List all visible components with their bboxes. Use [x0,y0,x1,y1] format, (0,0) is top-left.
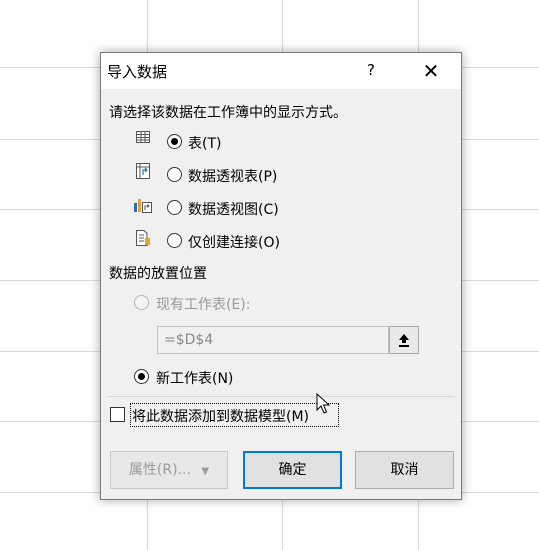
data-model-checkbox[interactable] [110,407,125,422]
connection-only-radio[interactable] [167,233,182,248]
existing-sheet-radio[interactable] [134,295,149,310]
ok-button[interactable]: 确定 [243,451,342,489]
cancel-button[interactable]: 取消 [355,451,454,489]
placement-heading: 数据的放置位置 [109,266,207,282]
new-sheet-radio[interactable] [134,369,149,384]
properties-button[interactable]: 属性(R)... ▼ [110,451,228,489]
properties-button-label: 属性(R)... [128,462,191,478]
table-radio[interactable] [167,134,182,149]
display-prompt: 请选择该数据在工作簿中的显示方式。 [109,105,347,121]
collapse-dialog-button[interactable] [389,326,419,354]
data-model-label[interactable]: 将此数据添加到数据模型(M) [132,406,309,426]
existing-sheet-label[interactable]: 现有工作表(E): [156,294,251,314]
connection-only-option-label[interactable]: 仅创建连接(O) [188,232,280,252]
pivot-table-option-label[interactable]: 数据透视表(P) [188,166,277,186]
pivot-table-icon [135,162,151,180]
table-option-label[interactable]: 表(T) [188,133,221,153]
pivot-chart-radio[interactable] [167,200,182,215]
mouse-cursor-icon [316,392,331,419]
pivot-chart-icon [133,196,153,214]
import-data-dialog: 导入数据 ? ✕ 请选择该数据在工作簿中的显示方式。 表(T) 数据透视表(P) [100,52,462,500]
help-button[interactable]: ? [367,61,375,79]
pivot-table-radio[interactable] [167,167,182,182]
separator [109,396,455,397]
connection-only-icon [135,229,151,247]
table-icon [135,129,151,147]
pivot-chart-option-label[interactable]: 数据透视图(C) [188,199,279,219]
collapse-dialog-icon [397,333,411,352]
chevron-down-icon: ▼ [201,466,210,477]
close-button[interactable]: ✕ [411,53,451,89]
new-sheet-label[interactable]: 新工作表(N) [156,368,233,388]
dialog-titlebar: 导入数据 ? ✕ [101,53,461,89]
dialog-title: 导入数据 [107,63,168,81]
cell-reference-input[interactable]: =$D$4 [157,326,389,354]
